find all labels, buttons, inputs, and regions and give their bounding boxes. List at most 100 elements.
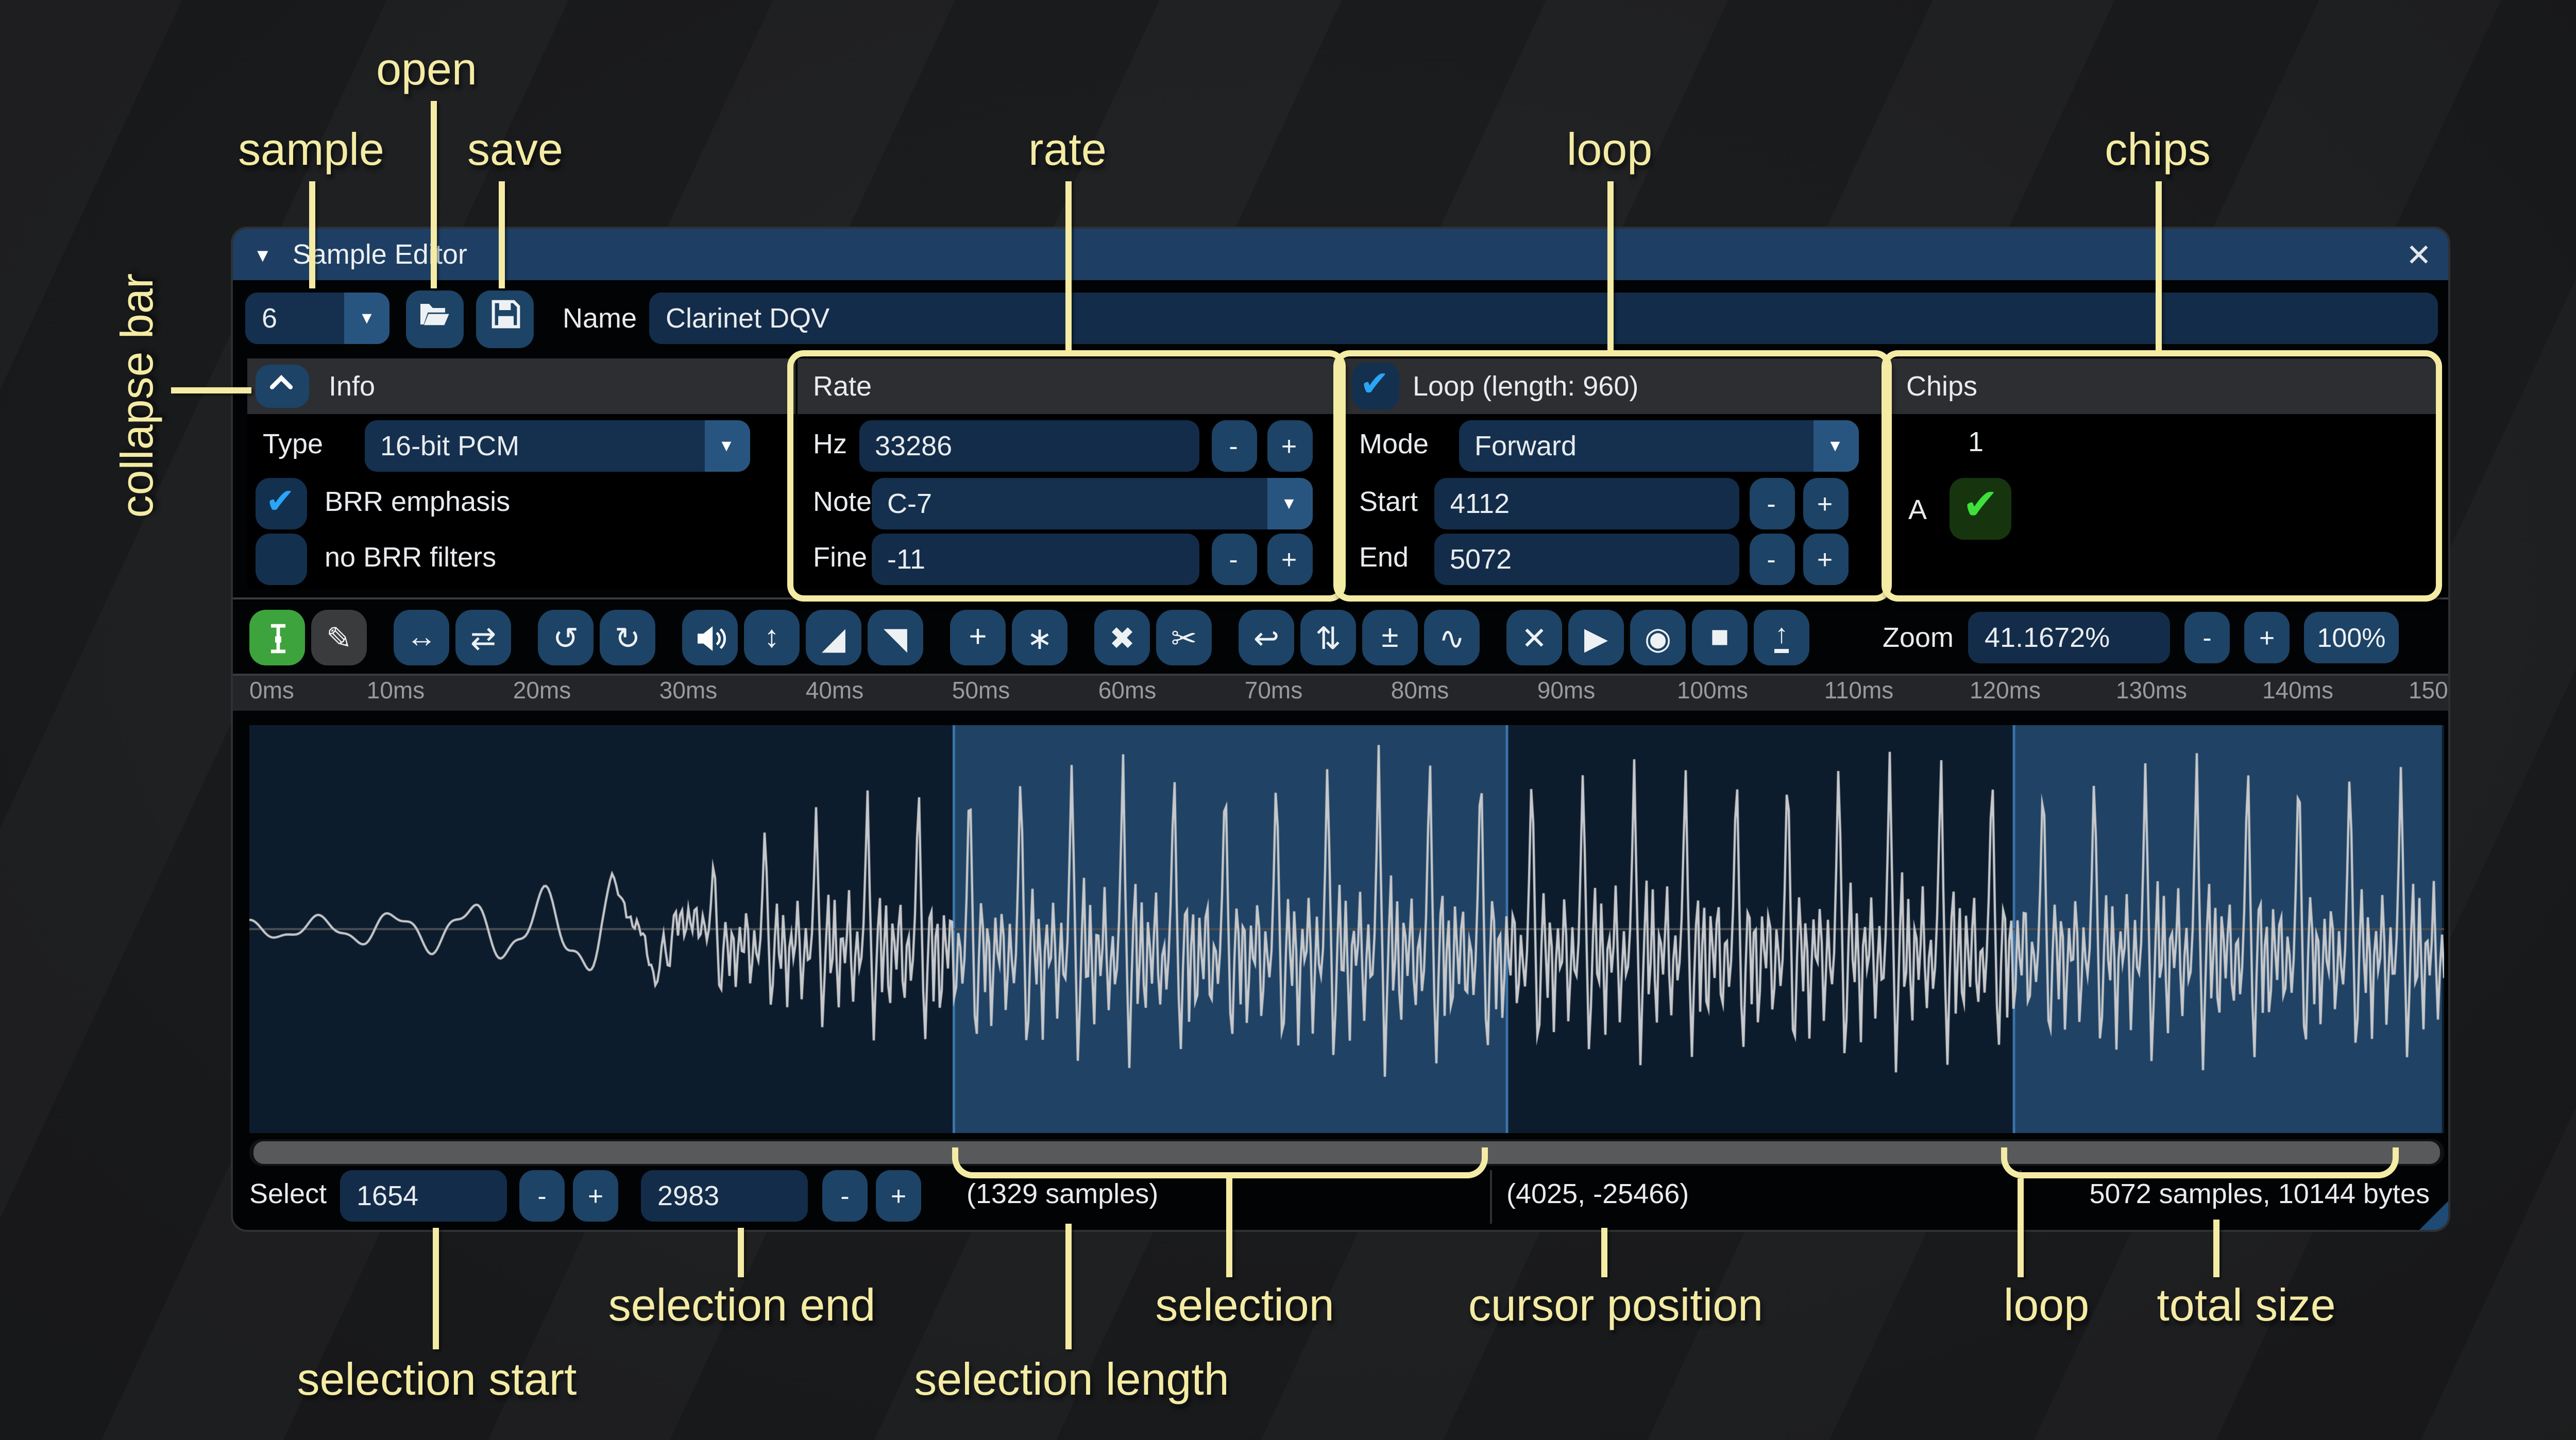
type-select-value: 16-bit PCM xyxy=(364,430,704,460)
annotation-loop-top: loop xyxy=(1567,124,1652,177)
waveform-view[interactable] xyxy=(249,725,2444,1133)
cursor-position-status: (4025, -25466) xyxy=(1506,1178,1689,1209)
annotation-cursor-position: cursor position xyxy=(1468,1279,1763,1333)
tool-crossfade-button[interactable]: ✕ xyxy=(1506,610,1562,665)
brr-emphasis-label: BRR emphasis xyxy=(325,485,510,516)
annotation-line-loop-bottom xyxy=(2016,1178,2023,1277)
tool-apply-silence-button[interactable]: ∗ xyxy=(1012,610,1067,665)
tool-import-button[interactable]: ↑ xyxy=(1754,610,1809,665)
zoom-in-button[interactable]: + xyxy=(2244,612,2290,663)
zoom-input[interactable] xyxy=(1968,612,2170,663)
reverse-icon: ↩ xyxy=(1253,619,1279,656)
toolbar-group: ↕◢◥ xyxy=(682,610,923,665)
status-separator xyxy=(1490,1170,1492,1224)
preview-selection-icon: ◉ xyxy=(1645,619,1671,656)
timeline-tick: 80ms xyxy=(1391,680,1449,705)
timeline-tick: 150ms xyxy=(2409,680,2448,705)
annotation-selection: selection xyxy=(1155,1279,1334,1333)
annotation-line-selection xyxy=(1225,1178,1231,1277)
timeline-tick: 20ms xyxy=(513,680,571,705)
tool-normalize-button[interactable]: ↕ xyxy=(744,610,800,665)
timeline-tick: 70ms xyxy=(1245,680,1303,705)
toolbar-group: ✕▶ ◉ ■ ↑ xyxy=(1506,610,1809,665)
timeline-ruler[interactable]: 0ms10ms20ms30ms40ms50ms60ms70ms80ms90ms1… xyxy=(233,676,2448,711)
stop-preview-icon: ■ xyxy=(1710,620,1729,655)
annotation-selection-length: selection length xyxy=(914,1353,1229,1407)
annotation-selection-start: selection start xyxy=(297,1353,577,1407)
tool-resize-button[interactable]: ↔ xyxy=(394,610,449,665)
tool-invert-button[interactable]: ⇅ xyxy=(1300,610,1356,665)
tool-undo-button[interactable]: ↺ xyxy=(538,610,594,665)
divider xyxy=(233,673,2448,675)
save-button[interactable] xyxy=(476,290,534,348)
annotation-line-selection-end xyxy=(738,1228,744,1277)
delete-icon: ✖ xyxy=(1109,619,1135,656)
edit-draw-icon: ✎ xyxy=(326,619,352,656)
zoom-label: Zoom xyxy=(1883,622,1954,653)
selection-start-minus-button[interactable]: - xyxy=(519,1170,565,1222)
annotation-line-sample xyxy=(309,181,315,288)
zoom-reset-button[interactable]: 100% xyxy=(2304,612,2399,663)
type-select[interactable]: 16-bit PCM ▼ xyxy=(364,419,749,471)
annotation-line-selection-length xyxy=(1064,1224,1071,1349)
selection-end-plus-button[interactable]: + xyxy=(876,1170,921,1222)
desktop-background: ▼ Sample Editor ✕ 6 ▼ Name xyxy=(0,0,2576,1440)
annotation-line-total-size xyxy=(2212,1220,2218,1277)
tool-edit-draw-button[interactable]: ✎ xyxy=(311,610,367,665)
timeline-tick: 40ms xyxy=(806,680,864,705)
annotation-sample: sample xyxy=(238,124,384,177)
timeline-tick: 110ms xyxy=(1824,680,1894,705)
tool-edit-select-button[interactable] xyxy=(249,610,305,665)
annotation-chips: chips xyxy=(2105,124,2210,177)
select-label: Select xyxy=(249,1178,327,1209)
tool-preview-button[interactable]: ▶ xyxy=(1568,610,1624,665)
tool-trim-button[interactable]: ✂ xyxy=(1156,610,1212,665)
no-brr-filters-label: no BRR filters xyxy=(325,541,496,572)
open-button[interactable] xyxy=(406,290,464,348)
save-floppy-icon xyxy=(489,299,520,340)
tool-amplify-button[interactable] xyxy=(682,610,738,665)
selection-start-plus-button[interactable]: + xyxy=(573,1170,618,1222)
brr-emphasis-checkbox[interactable]: ✔ xyxy=(255,477,306,528)
selection-end-input[interactable] xyxy=(641,1170,808,1222)
timeline-tick: 120ms xyxy=(1970,680,2041,705)
no-brr-filters-checkbox[interactable] xyxy=(255,533,306,584)
tool-delete-button[interactable]: ✖ xyxy=(1094,610,1150,665)
import-icon: ↑ xyxy=(1775,623,1788,653)
tool-fade-in-button[interactable]: ◢ xyxy=(806,610,861,665)
timeline-tick: 30ms xyxy=(659,680,718,705)
apply-filter-icon: ∿ xyxy=(1439,619,1465,656)
annotation-collapse-bar: collapse bar xyxy=(111,245,165,546)
tool-reverse-button[interactable]: ↩ xyxy=(1239,610,1294,665)
tool-stop-preview-button[interactable]: ■ xyxy=(1692,610,1748,665)
chevron-down-icon[interactable]: ▼ xyxy=(704,419,749,471)
selection-start-input[interactable] xyxy=(340,1170,507,1222)
sample-name-input[interactable] xyxy=(649,293,2438,344)
type-row: Type 16-bit PCM ▼ xyxy=(246,419,794,471)
ibeam-icon xyxy=(261,621,294,654)
info-panel-header: Info xyxy=(246,357,794,413)
tool-redo-button[interactable]: ↻ xyxy=(600,610,655,665)
tool-apply-filter-button[interactable]: ∿ xyxy=(1424,610,1480,665)
collapse-bar-button[interactable] xyxy=(255,364,308,407)
chevron-down-icon[interactable]: ▼ xyxy=(344,293,389,344)
annotation-box-loop xyxy=(1333,350,1892,602)
selection-end-minus-button[interactable]: - xyxy=(822,1170,868,1222)
tool-fade-out-button[interactable]: ◥ xyxy=(868,610,923,665)
zoom-out-button[interactable]: - xyxy=(2184,612,2230,663)
window-collapse-icon[interactable]: ▼ xyxy=(253,244,272,265)
sample-select[interactable]: 6 ▼ xyxy=(245,293,389,344)
tool-resample-button[interactable]: ⇄ xyxy=(455,610,511,665)
waveform-canvas[interactable] xyxy=(249,725,2444,1133)
tool-exchange-sign-button[interactable]: ± xyxy=(1362,610,1418,665)
window-resize-grip[interactable] xyxy=(2419,1201,2448,1230)
name-label: Name xyxy=(563,303,637,334)
tool-insert-silence-button[interactable]: + xyxy=(950,610,1006,665)
tool-preview-selection-button[interactable]: ◉ xyxy=(1630,610,1686,665)
annotation-rate: rate xyxy=(1028,124,1107,177)
close-icon[interactable]: ✕ xyxy=(2406,229,2432,280)
annotation-total-size: total size xyxy=(2157,1279,2335,1333)
selection-length-status: (1329 samples) xyxy=(967,1178,1158,1209)
title-bar[interactable]: ▼ Sample Editor ✕ xyxy=(233,229,2448,280)
annotation-line-save xyxy=(499,181,505,288)
